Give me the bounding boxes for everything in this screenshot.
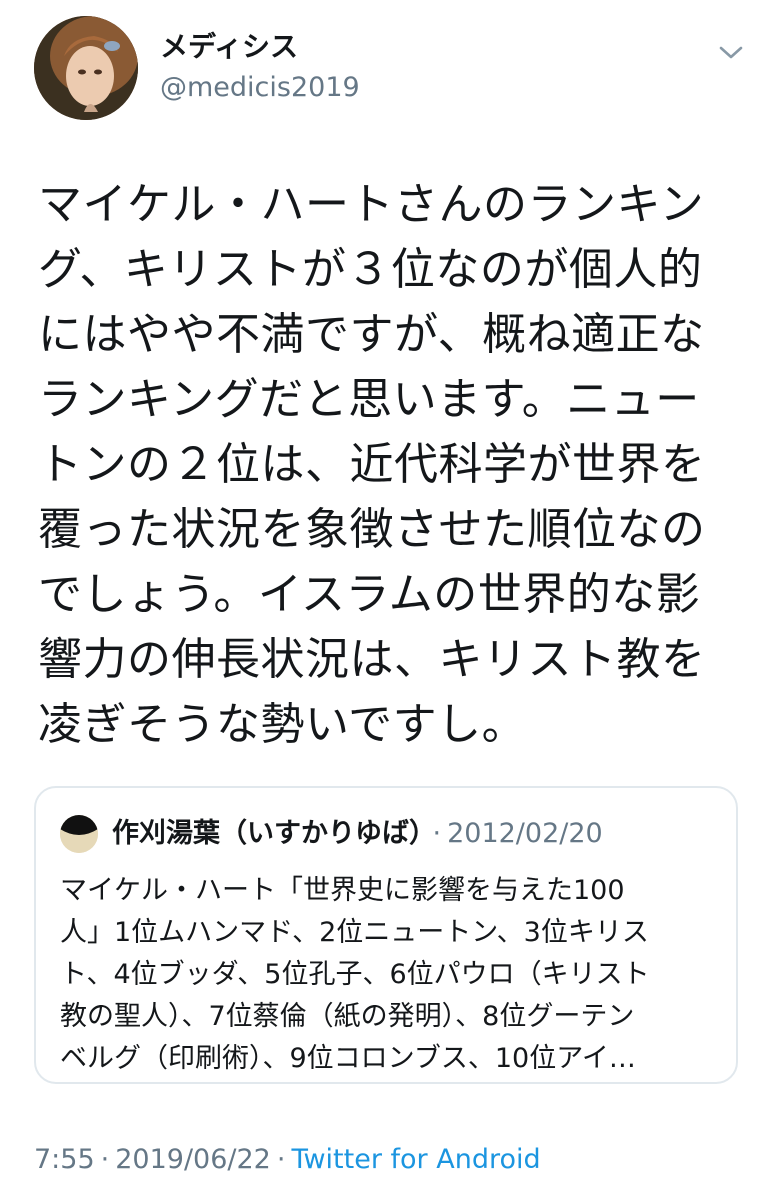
quoted-text-line: 教の聖人）、7位蔡倫（紙の発明）、8位グーテン <box>60 1001 635 1032</box>
separator-dot: · <box>276 1144 286 1175</box>
tweet-text-line: ランキングだと思います。ニュー <box>38 374 700 425</box>
quoted-text-line: ベルグ（印刷術）、9位コロンブス、10位アイ… <box>60 1043 636 1074</box>
tweet-text-line: マイケル・ハートさんのランキン <box>38 179 705 230</box>
author-handle[interactable]: @medicis2019 <box>160 72 360 104</box>
tweet-meta: 7:55 · 2019/06/22 · Twitter for Android <box>34 1140 541 1180</box>
tweet-text: マイケル・ハートさんのランキン グ、キリストが３位なのが個人的 にはやや不満です… <box>38 172 738 757</box>
portrait-image <box>34 16 138 120</box>
quoted-tweet-text: マイケル・ハート「世界史に影響を与えた100 人」1位ムハンマド、2位ニュートン… <box>60 870 720 1080</box>
tweet-text-line: グ、キリストが３位なのが個人的 <box>38 244 703 295</box>
tweet-date[interactable]: 2019/06/22 <box>115 1144 271 1175</box>
tweet-text-line: でしょう。イスラムの世界的な影 <box>38 569 701 620</box>
tweet-text-line: 覆った状況を象徴させた順位なの <box>38 504 706 555</box>
tweet-text-line: 響力の伸長状況は、キリスト教を <box>38 634 706 685</box>
author-name[interactable]: メディシス <box>160 30 298 64</box>
tweet-text-line: にはやや不満ですが、概ね適正な <box>38 309 705 360</box>
quoted-text-line: 人」1位ムハンマド、2位ニュートン、3位キリス <box>60 917 649 948</box>
tweet-text-line: 凌ぎそうな勢いですし。 <box>38 699 527 750</box>
separator-dot: · <box>432 818 442 849</box>
quoted-tweet-card[interactable]: 作刈湯葉（いすかりゆば） · 2012/02/20 マイケル・ハート「世界史に影響を… <box>34 786 738 1084</box>
quoted-tweet-header: 作刈湯葉（いすかりゆば） · 2012/02/20 <box>112 814 603 854</box>
quoted-author-avatar[interactable] <box>60 815 98 853</box>
tweet-source-link[interactable]: Twitter for Android <box>291 1144 540 1175</box>
tweet-time[interactable]: 7:55 <box>34 1144 95 1175</box>
separator-dot: · <box>100 1144 110 1175</box>
quoted-text-line: ト、4位ブッダ、5位孔子、6位パウロ（キリスト <box>60 959 650 990</box>
quoted-text-line: マイケル・ハート「世界史に影響を与えた100 <box>60 875 625 906</box>
chevron-down-icon[interactable] <box>716 40 746 64</box>
tweet-text-line: トンの２位は、近代科学が世界を <box>38 439 706 490</box>
quoted-author-name[interactable]: 作刈湯葉（いすかりゆば） <box>112 818 423 849</box>
quoted-tweet-date: 2012/02/20 <box>447 818 603 849</box>
author-avatar[interactable] <box>34 16 138 120</box>
